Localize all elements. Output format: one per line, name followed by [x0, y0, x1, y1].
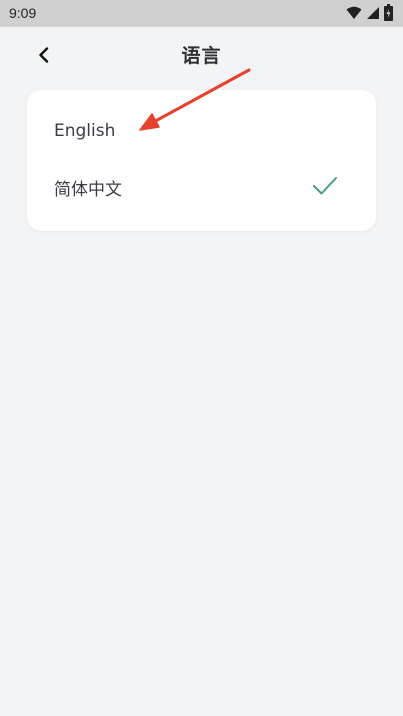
- signal-icon: [367, 7, 379, 19]
- status-time: 9:09: [9, 5, 37, 21]
- language-option-english[interactable]: English: [27, 107, 376, 159]
- language-option-label: 简体中文: [54, 180, 122, 200]
- status-icons: [313, 0, 403, 27]
- status-bar: 9:09: [0, 0, 403, 27]
- wifi-icon: [346, 6, 362, 19]
- header: 语言: [0, 27, 403, 81]
- battery-icon: [384, 4, 393, 21]
- language-option-simplified-chinese[interactable]: 简体中文: [27, 161, 376, 213]
- page-title: 语言: [181, 45, 222, 67]
- check-icon: [313, 177, 337, 195]
- language-list-card: English 简体中文: [27, 90, 376, 231]
- language-option-label: English: [54, 121, 116, 141]
